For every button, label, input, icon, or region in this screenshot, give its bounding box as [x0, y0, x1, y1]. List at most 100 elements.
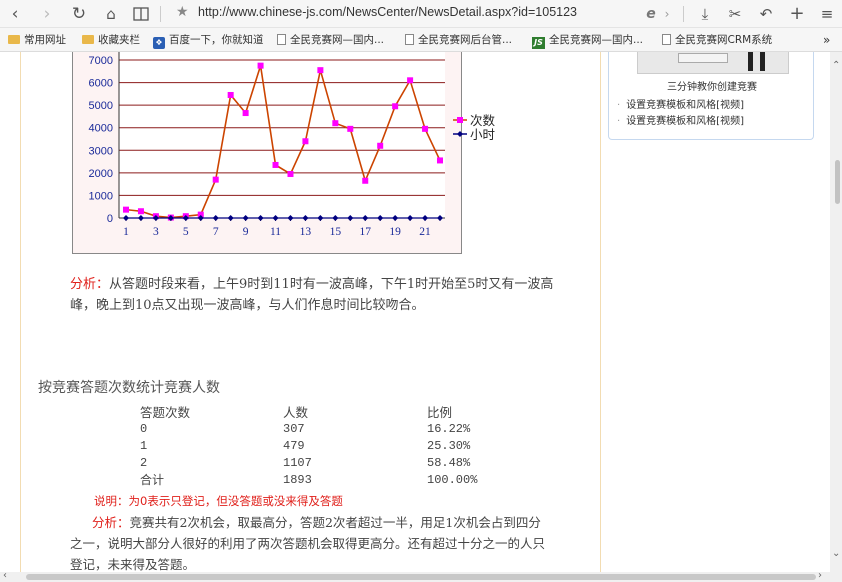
x-tick-label: 1 [123, 226, 129, 238]
horizontal-scroll-thumb[interactable] [26, 574, 816, 580]
table-row: 0 307 16.22% [140, 421, 520, 438]
data-point [123, 206, 129, 213]
js-icon: JS [532, 37, 545, 49]
table-cell: 2 [140, 456, 148, 470]
y-tick-label: 6000 [89, 78, 113, 90]
data-point [347, 125, 354, 132]
data-point [257, 62, 264, 69]
page-content: 0 1000 2000 3000 4000 5000 6000 7000 1 3 5 7 9 11 13 15… [0, 52, 842, 572]
bookmark-site-2[interactable]: JS 全民竞赛网—国内... [532, 32, 643, 49]
data-point [392, 103, 399, 110]
chevron-right-icon[interactable]: › [36, 2, 58, 26]
address-bar[interactable]: http://www.chinese-js.com/NewsCenter/New… [198, 5, 577, 19]
table-cell: 合计 [140, 473, 165, 487]
more-icon[interactable]: » [823, 32, 830, 48]
x-tick-label: 17 [359, 226, 371, 238]
analysis-hourly: 分析：从答题时段来看，上午9时到11时有一波高峰，下午1时开始至5时又有一波高峰… [70, 274, 560, 316]
vertical-scrollbar[interactable] [830, 52, 842, 572]
sidebar-link-video[interactable]: 设置竞赛模板和风格[视频] [617, 112, 744, 127]
scroll-right-icon[interactable]: › [818, 570, 822, 581]
analysis-label: 分析： [92, 515, 130, 530]
thumbnail-figure [748, 52, 753, 71]
browser-window: ‹ › ↻ ⌂ ★ http://www.chinese-js.com/News… [0, 0, 842, 582]
plot-area [119, 52, 445, 218]
x-tick-label: 21 [419, 226, 431, 238]
undo-icon[interactable]: ↶ [755, 2, 777, 26]
video-caption[interactable]: 三分钟教你创建竞赛 [609, 78, 815, 93]
reader-icon[interactable] [130, 2, 152, 26]
x-tick-label: 9 [243, 226, 249, 238]
chart-frame: 0 1000 2000 3000 4000 5000 6000 7000 1 3 5 7 9 11 13 15… [72, 52, 496, 254]
analysis-attempts: 分析：竞赛共有2次机会，取最高分，答题2次者超过一半，用足1次机会占到四分之一，… [70, 512, 550, 572]
bookmark-folder-common[interactable]: 常用网址 [8, 32, 66, 48]
table-cell: 1 [140, 439, 148, 453]
folder-icon [82, 35, 94, 44]
bookmark-admin[interactable]: 全民竞赛网后台管... [405, 32, 512, 48]
y-tick-label: 3000 [89, 145, 113, 157]
analysis-text: 竞赛共有2次机会，取最高分，答题2次者超过一半，用足1次机会占到四分之一，说明大… [70, 515, 546, 572]
column-header: 比例 [427, 405, 453, 420]
y-tick-label: 2000 [89, 168, 113, 180]
page-icon [405, 34, 414, 45]
data-point [362, 177, 369, 184]
x-tick-label: 7 [213, 226, 219, 238]
sidebar-video-box: 三分钟教你创建竞赛 设置竞赛模板和风格[视频] 设置竞赛模板和风格[视频] [608, 52, 814, 140]
legend-label: 次数 [470, 113, 496, 128]
table-cell: 25.30% [427, 439, 471, 453]
content-border-right [600, 52, 601, 572]
analysis-text: 从答题时段来看，上午9时到11时有一波高峰，下午1时开始至5时又有一波高峰，晚上… [70, 277, 554, 313]
video-thumbnail[interactable] [637, 52, 789, 74]
chevron-left-icon[interactable]: ‹ [4, 2, 26, 26]
y-tick-label: 5000 [89, 100, 113, 112]
page-icon [662, 34, 671, 45]
table-row: 1 479 25.30% [140, 438, 520, 455]
download-icon[interactable]: ⤓ [694, 2, 716, 26]
table-cell: 100.00% [427, 473, 478, 487]
data-point [272, 161, 279, 168]
table-cell: 16.22% [427, 422, 471, 436]
bookmark-crm[interactable]: 全民竞赛网CRM系统 [662, 32, 772, 48]
plus-icon[interactable]: + [786, 2, 808, 26]
sidebar-link-video[interactable]: 设置竞赛模板和风格[视频] [617, 96, 744, 111]
legend-marker [457, 131, 463, 137]
scroll-left-icon[interactable]: ‹ [3, 570, 7, 581]
bookmark-site-1[interactable]: 全民竞赛网—国内... [277, 32, 384, 48]
reload-icon[interactable]: ↻ [68, 2, 90, 26]
table-cell: 1107 [283, 456, 312, 470]
x-tick-label: 5 [183, 226, 189, 238]
data-point [437, 157, 443, 164]
scroll-up-icon[interactable]: ⌃ [832, 60, 840, 71]
data-point [287, 170, 294, 177]
table-header-row: 答题次数 人数 比例 [140, 404, 520, 421]
bookmark-baidu[interactable]: ❖ 百度一下，你就知道 [153, 32, 264, 49]
content-border-left [20, 52, 21, 572]
bookmark-folder-favorites[interactable]: 收藏夹栏 [82, 32, 140, 48]
table-cell: 58.48% [427, 456, 471, 470]
thumbnail-figure [760, 52, 765, 71]
table-cell: 307 [283, 422, 305, 436]
stats-table: 答题次数 人数 比例 0 307 16.22% 1 479 25.30% 2 1… [140, 404, 520, 489]
home-icon[interactable]: ⌂ [100, 2, 122, 26]
data-point [377, 142, 384, 149]
y-tick-label: 1000 [89, 190, 113, 202]
data-point [422, 125, 429, 132]
data-point [137, 208, 144, 215]
mode-chevron-icon[interactable]: › [656, 2, 678, 26]
data-point [212, 176, 219, 183]
toolbar-separator [160, 6, 161, 22]
folder-icon [8, 35, 20, 44]
vertical-scroll-thumb[interactable] [835, 160, 840, 204]
scroll-down-icon[interactable]: ⌄ [832, 548, 840, 559]
bookmarks-bar: 常用网址 收藏夹栏 ❖ 百度一下，你就知道 全民竞赛网—国内... 全民竞赛网后台… [0, 28, 842, 52]
y-tick-label: 7000 [89, 55, 113, 67]
star-icon[interactable]: ★ [176, 4, 189, 20]
menu-icon[interactable]: ≡ [816, 2, 838, 26]
cut-icon[interactable]: ✂ [724, 2, 746, 26]
x-tick-label: 3 [153, 226, 159, 238]
data-point [242, 110, 249, 117]
data-point [302, 138, 309, 145]
table-note: 说明：为0表示只登记，但没答题或没来得及答题 [94, 494, 343, 508]
x-tick-label: 19 [389, 226, 401, 238]
table-cell: 0 [140, 422, 148, 436]
data-point [227, 91, 234, 98]
